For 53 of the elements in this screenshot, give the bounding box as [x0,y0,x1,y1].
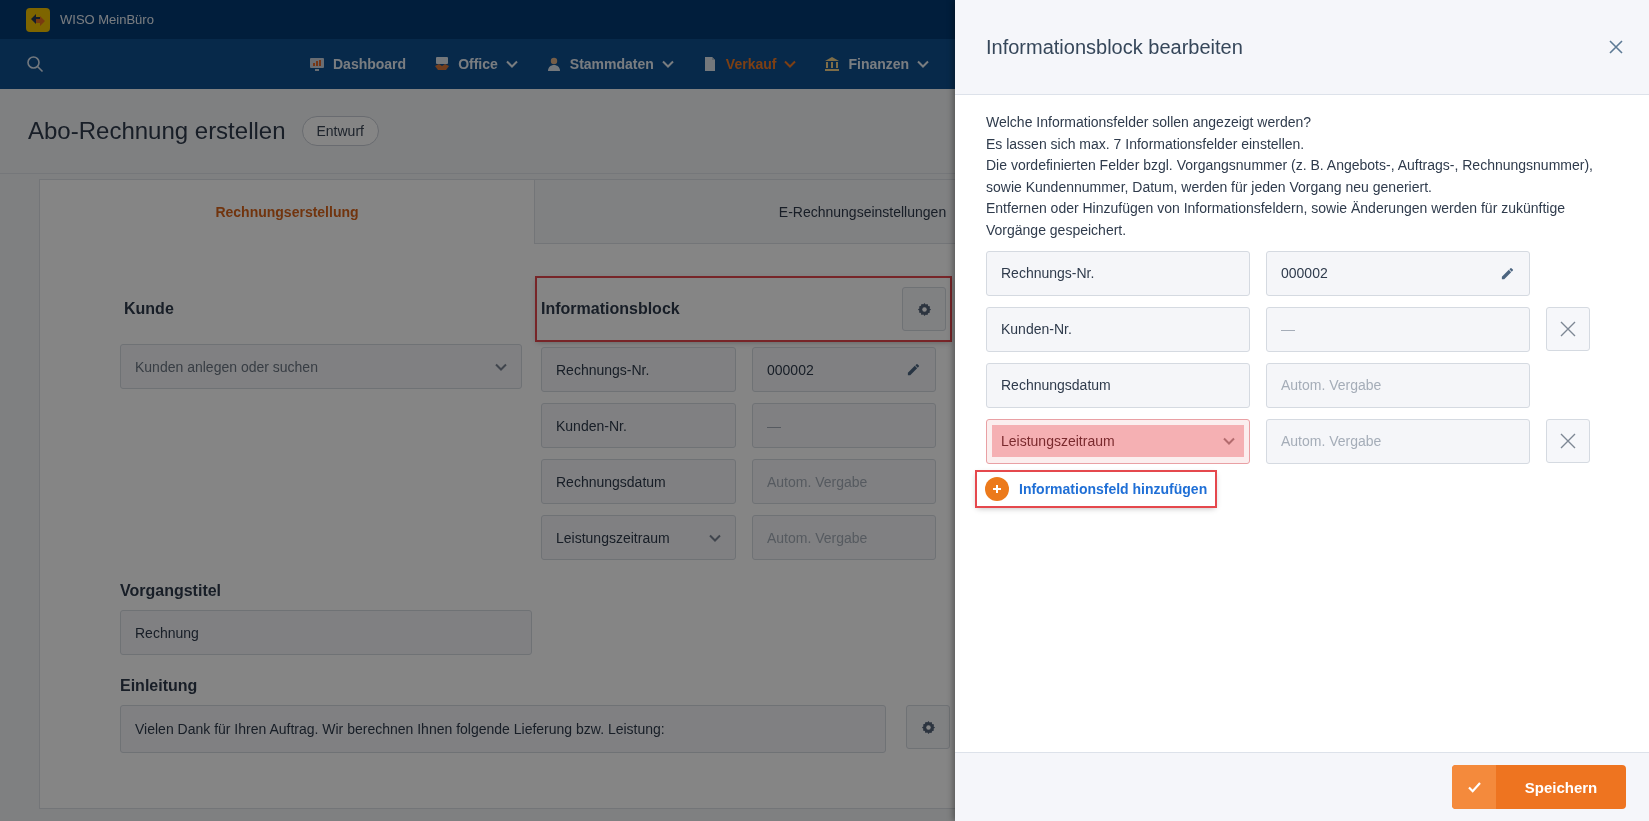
nav-item[interactable]: Office [434,56,518,72]
intro-field[interactable]: Vielen Dank für Ihren Auftrag. Wir berechnen Ihnen folgende Lieferung bzw. Leistung: [120,705,886,753]
nav-item[interactable]: Stammdaten [545,56,674,72]
close-icon [1609,40,1623,54]
chevron-down-icon [709,533,721,542]
settings-button[interactable] [906,705,950,749]
close-icon [1560,321,1576,338]
section-heading: Informationsblock [541,300,680,318]
chevron-down-icon [495,362,507,371]
settings-icon [916,301,932,317]
label-field[interactable]: Rechnungs-Nr. [986,250,1250,296]
section-heading: Vorgangstitel [120,582,223,600]
label-field[interactable]: Rechnungs-Nr. [541,347,736,392]
chevron-down-icon [661,60,674,68]
settings-icon [920,719,936,735]
customer-select[interactable]: Kunden anlegen oder suchen [120,344,522,389]
nav-item-icon [434,56,451,72]
status-badge: Entwurf [301,116,379,146]
save-button[interactable]: Speichern [1452,765,1626,809]
pencil-icon[interactable] [906,362,921,377]
settings-button[interactable] [902,287,946,331]
close-icon [1560,433,1576,450]
chevron-down-icon [505,60,518,68]
plus-circle-icon [985,476,1009,501]
label-field[interactable]: Kunden-Nr. [541,403,736,448]
app-logo-icon [26,7,50,32]
section-heading: Einleitung [120,677,199,695]
chevron-down-icon [784,60,797,68]
search-icon[interactable] [26,55,44,73]
nav-item[interactable]: Finanzen [824,56,930,72]
value-field[interactable]: 000002 [1266,250,1530,296]
nav-item-icon [309,56,325,72]
page-title: Abo-Rechnung erstellen [28,117,286,145]
nav-item-icon [824,56,841,72]
field-select[interactable]: Leistungszeitraum [986,418,1250,464]
title-field[interactable]: Rechnung [120,610,532,655]
nav-item-icon [545,56,562,72]
check-icon [1467,781,1481,793]
label-field[interactable]: Rechnungsdatum [986,362,1250,408]
value-field[interactable]: 000002 [752,347,936,392]
remove-button[interactable] [1546,419,1590,464]
add-field-link[interactable]: Informationsfeld hinzufügen [977,471,1216,506]
panel-title: Informationsblock bearbeiten [986,35,1243,59]
section-heading: Kunde [124,300,174,318]
chevron-down-icon [917,60,930,68]
app-name: WISO MeinBüro [60,12,154,27]
label-field[interactable]: Kunden-Nr. [986,306,1250,352]
chevron-down-icon [1223,437,1235,446]
field-select[interactable]: Leistungszeitraum [541,515,736,560]
pencil-icon[interactable] [1500,265,1515,281]
label-field[interactable]: Rechnungsdatum [541,459,736,504]
remove-button[interactable] [1546,307,1590,352]
nav-item[interactable]: Dashboard [309,56,407,72]
